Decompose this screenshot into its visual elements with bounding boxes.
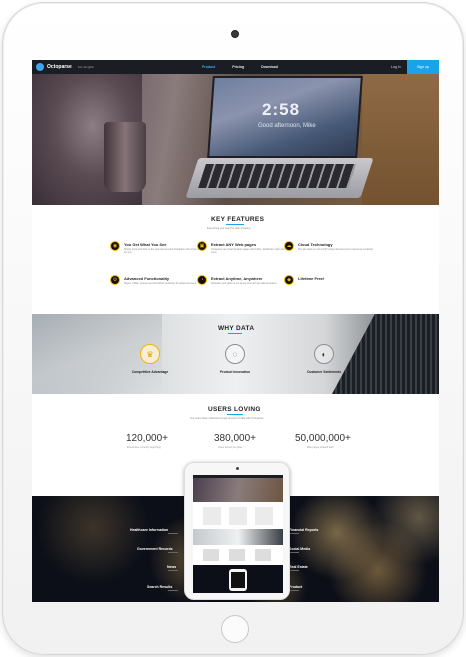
feature-text: Octoparse can crawl dynamic pages with A…	[211, 248, 285, 255]
industry-underline	[289, 570, 299, 571]
why-label: Product Innovation	[219, 370, 251, 374]
tablet-frame: Octoparse Intl | English Product Pricing…	[2, 2, 464, 655]
feature-item: ☁ Cloud Technology Run the tasks on clou…	[284, 241, 394, 271]
mini-hero	[193, 478, 283, 502]
why-item[interactable]: ◐ Customer Sentiments	[286, 344, 366, 394]
features-subtitle: Everything you need for web scraping	[207, 227, 251, 230]
mini-mini-screen	[231, 572, 245, 588]
hero-cup	[104, 122, 146, 192]
industry-underline	[289, 590, 299, 591]
features-title: KEY FEATURES	[211, 216, 265, 223]
industry-label: Search Results	[147, 585, 173, 589]
nav-download[interactable]: Download	[261, 65, 278, 69]
stat-label: Web pages scraped daily	[307, 446, 334, 449]
industry-underline	[168, 552, 178, 553]
feature-title: Extract ANY Web pages	[211, 242, 257, 247]
feature-text: Simply point and click on the web elemen…	[124, 248, 203, 255]
feature-item: ◆ Lifetime Free!	[284, 275, 394, 305]
stat-value: 50,000,000+	[295, 433, 351, 444]
feature-text: Schedule your tasks to run at any time a…	[211, 282, 278, 285]
website-screen: Octoparse Intl | English Product Pricing…	[32, 60, 439, 602]
users-subtitle: Our users have collected a huge amount o…	[190, 417, 264, 420]
laptop-clock: 2:58	[262, 100, 301, 119]
industry-underline	[289, 533, 299, 534]
features-underline	[226, 224, 244, 225]
industry-underline	[168, 590, 178, 591]
why-item[interactable]: ◌ Product Innovation	[197, 344, 277, 394]
why-item[interactable]: ♛ Competitive Advantage	[112, 344, 192, 394]
industry-underline	[168, 533, 178, 534]
hero-table	[362, 74, 439, 205]
feature-title: Extract Anytime, Anywhere	[211, 276, 263, 281]
diamond-icon: ◆	[284, 275, 294, 285]
mini-map	[193, 565, 283, 593]
feature-title: Cloud Technology	[298, 242, 333, 247]
cloud-icon: ☁	[284, 241, 294, 251]
trophy-icon: ♛	[140, 344, 160, 364]
gear-icon: ⚙	[110, 275, 120, 285]
mini-why	[193, 529, 283, 545]
eye-icon: ◉	[110, 241, 120, 251]
laptop-keys	[198, 164, 356, 188]
nav-pricing[interactable]: Pricing	[232, 65, 244, 69]
industry-label: Healthcare Information	[130, 528, 169, 532]
clock-icon: ◔	[197, 275, 207, 285]
chart-icon: ◐	[314, 344, 334, 364]
top-navbar: Octoparse Intl | English Product Pricing…	[32, 60, 439, 74]
mini-features	[203, 507, 273, 525]
industry-label: Real Estate	[289, 565, 308, 569]
stat-label: Enterprises currently supporting	[127, 446, 161, 449]
industry-label: Social Media	[289, 547, 311, 551]
mini-camera	[236, 467, 239, 470]
stat-label: Users across the globe	[218, 446, 243, 449]
language-switch[interactable]: Intl | English	[78, 65, 94, 69]
octopus-icon	[36, 63, 44, 71]
industry-underline	[289, 552, 299, 553]
feature-title: Lifetime Free!	[298, 276, 325, 281]
browser-icon: ▣	[197, 241, 207, 251]
why-title: WHY DATA	[218, 325, 255, 332]
laptop-greeting: Good afternoon, Mike	[258, 123, 316, 129]
mini-mini-tablet	[229, 569, 247, 591]
login-link[interactable]: Log in	[391, 60, 401, 74]
brand-logo[interactable]: Octoparse	[36, 63, 72, 71]
camera	[231, 30, 239, 38]
mini-screen	[193, 475, 283, 593]
hero-image: 2:58 Good afternoon, Mike	[32, 74, 439, 205]
why-label: Competitive Advantage	[131, 370, 169, 374]
industry-underline	[168, 570, 178, 571]
lightbulb-icon: ◌	[225, 344, 245, 364]
industry-label: News	[167, 565, 177, 569]
nav-product[interactable]: Product	[202, 65, 215, 69]
why-label: Customer Sentiments	[306, 370, 342, 374]
feature-title: You Get What You See	[124, 242, 167, 247]
mini-stats	[203, 549, 273, 561]
stat-value: 120,000+	[126, 433, 168, 444]
users-underline	[227, 414, 243, 415]
feature-text: Run the tasks on cloud 24/7 using cloud …	[298, 248, 374, 251]
stat-value: 380,000+	[214, 433, 256, 444]
why-data-section: WHY DATA ♛ Competitive Advantage ◌ Produ…	[32, 314, 439, 394]
signup-button[interactable]: Sign up	[407, 60, 439, 74]
industry-label: Financial Reports	[289, 528, 319, 532]
why-underline	[228, 333, 242, 334]
feature-text: Regex, XPath, proxies and scheduled extr…	[124, 282, 197, 285]
users-title: USERS LOVING	[208, 406, 261, 413]
industry-label: Product	[289, 585, 303, 589]
nav-links: Product Pricing Download	[202, 60, 278, 74]
feature-title: Advanced Functionality	[124, 276, 170, 281]
industry-label: Government Records	[137, 547, 173, 551]
home-button[interactable]	[221, 615, 249, 643]
brand-name: Octoparse	[47, 64, 72, 70]
mini-tablet-preview	[184, 462, 290, 600]
